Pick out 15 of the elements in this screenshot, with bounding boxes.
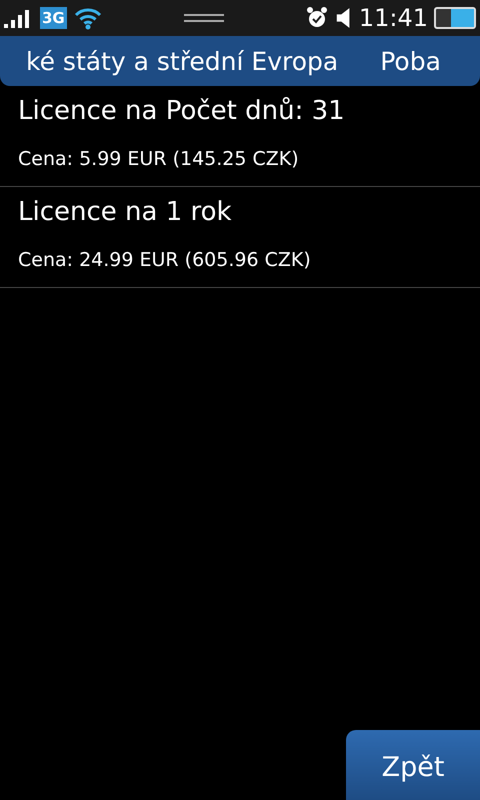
licence-name: Licence na 1 rok <box>18 197 233 227</box>
alarm-clock-icon <box>304 6 329 30</box>
licence-item[interactable]: Licence na Počet dnů: 31 Cena: 5.99 EUR (145.25 CZK) <box>0 86 480 187</box>
licence-price: Cena: 24.99 EUR (605.96 CZK) <box>18 249 312 271</box>
title-text: ké státy a střední Evropa <box>26 46 338 76</box>
licence-name: Licence na Počet dnů: 31 <box>18 96 346 126</box>
licence-price: Cena: 5.99 EUR (145.25 CZK) <box>18 148 300 170</box>
handle-icon <box>184 13 224 23</box>
back-button[interactable]: Zpět <box>346 730 480 800</box>
licence-item[interactable]: Licence na 1 rok Cena: 24.99 EUR (605.96 CZK) <box>0 187 480 288</box>
wifi-icon <box>72 6 103 30</box>
title-text: Poba <box>380 46 441 76</box>
clock-time: 11:41 <box>358 4 428 32</box>
network-badge: 3G <box>40 7 67 29</box>
battery-icon <box>434 7 476 29</box>
